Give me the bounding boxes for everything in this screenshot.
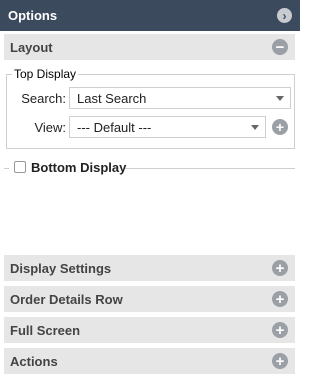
chevron-right-icon[interactable]: ›: [277, 8, 292, 23]
actions-header[interactable]: Actions +: [4, 348, 295, 374]
chevron-down-icon: [251, 125, 259, 130]
search-select[interactable]: Last Search: [69, 87, 291, 109]
search-select-value: Last Search: [77, 90, 147, 106]
bottom-display-checkbox[interactable]: [14, 161, 26, 173]
top-display-group: Top Display Search: Last Search View: --…: [6, 67, 295, 149]
plus-circle-icon[interactable]: +: [272, 322, 288, 338]
view-select-value: --- Default ---: [77, 119, 152, 135]
bottom-display-label: Bottom Display: [31, 160, 127, 175]
panel-title: Options: [8, 8, 58, 23]
layout-section-title: Layout: [10, 39, 53, 55]
search-label: Search:: [21, 90, 66, 106]
view-select[interactable]: --- Default ---: [69, 116, 266, 138]
order-details-row-title: Order Details Row: [10, 291, 123, 307]
plus-circle-icon[interactable]: +: [272, 119, 288, 135]
display-settings-header[interactable]: Display Settings +: [4, 255, 295, 281]
layout-section-header[interactable]: Layout −: [4, 34, 295, 60]
view-label: View:: [34, 119, 66, 135]
options-titlebar: Options ›: [0, 0, 300, 31]
plus-circle-icon[interactable]: +: [272, 353, 288, 369]
actions-title: Actions: [10, 353, 58, 369]
order-details-row-header[interactable]: Order Details Row +: [4, 286, 295, 312]
plus-circle-icon[interactable]: +: [272, 291, 288, 307]
top-display-legend: Top Display: [12, 67, 79, 81]
display-settings-title: Display Settings: [10, 260, 112, 276]
bottom-display-group: Bottom Display: [4, 160, 295, 176]
full-screen-header[interactable]: Full Screen +: [4, 317, 295, 343]
plus-circle-icon[interactable]: +: [272, 260, 288, 276]
divider: [4, 168, 9, 169]
minus-circle-icon[interactable]: −: [272, 39, 288, 55]
full-screen-title: Full Screen: [10, 322, 81, 338]
divider: [125, 168, 295, 169]
chevron-down-icon: [276, 96, 284, 101]
